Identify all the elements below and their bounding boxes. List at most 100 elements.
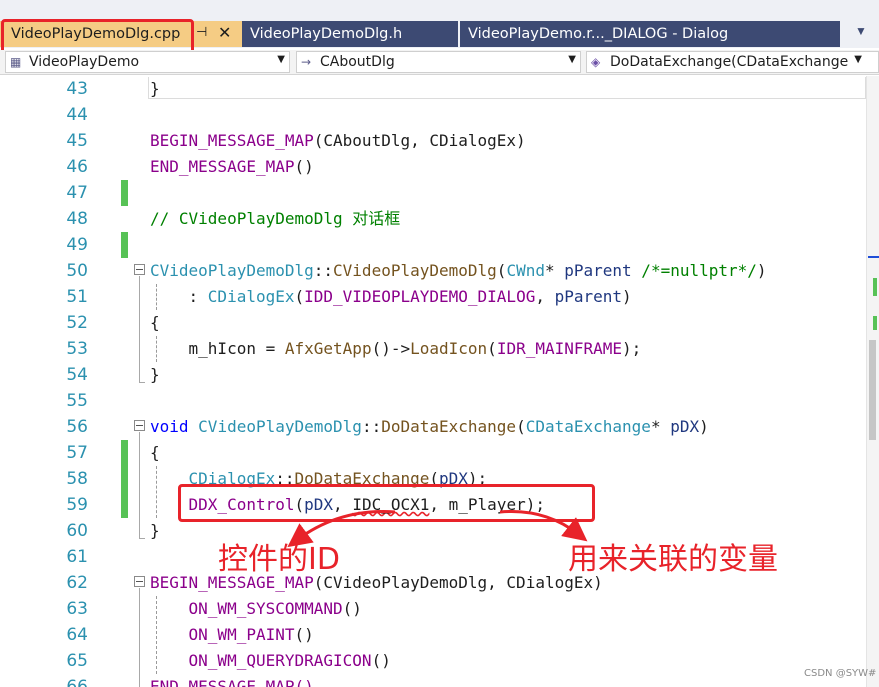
overflow-chevron-icon[interactable]: ▼ xyxy=(850,24,872,44)
code-token: pParent xyxy=(554,287,623,306)
code-token: { xyxy=(150,443,160,462)
code-line-52: { xyxy=(150,310,160,336)
fold-guide-end xyxy=(139,538,145,539)
line-number: 46 xyxy=(66,157,88,177)
code-token: ( xyxy=(487,339,497,358)
line-number: 53 xyxy=(66,339,88,359)
code-token: } xyxy=(150,521,160,540)
code-line-53: m_hIcon = AfxGetApp()->LoadIcon(IDR_MAIN… xyxy=(150,336,642,362)
code-token: :: xyxy=(313,261,334,280)
annotation-control-id: 控件的ID xyxy=(218,542,340,577)
code-line-48: // CVideoPlayDemoDlg 对话框 xyxy=(150,206,400,232)
scope-dropdown[interactable]: → CAboutDlg ▼ xyxy=(296,51,581,73)
close-icon[interactable]: ✕ xyxy=(218,23,234,43)
change-indicator xyxy=(121,440,128,518)
project-dropdown-value: VideoPlayDemo xyxy=(29,54,140,70)
code-token: CVideoPlayDemoDlg xyxy=(150,261,314,280)
document-tab-strip: VideoPlayDemoDlg.cpp ⊣ ✕ VideoPlayDemoDl… xyxy=(0,0,879,54)
code-token: ON_WM_PAINT xyxy=(150,625,295,644)
scope-dropdown-value: CAboutDlg xyxy=(320,54,395,70)
line-number: 66 xyxy=(66,677,88,687)
code-keyword: void xyxy=(150,417,189,436)
line-number: 64 xyxy=(66,625,88,645)
line-number: 63 xyxy=(66,599,88,619)
scrollbar-thumb[interactable] xyxy=(869,340,876,440)
code-token: ( xyxy=(496,261,507,280)
previous-block-outline xyxy=(148,77,866,99)
fold-toggle[interactable] xyxy=(134,576,145,587)
code-token: } xyxy=(150,365,160,384)
fold-toggle[interactable] xyxy=(134,420,145,431)
code-token: , xyxy=(535,287,555,306)
code-line-45: BEGIN_MESSAGE_MAP(CAboutDlg, CDialogEx) xyxy=(150,128,526,154)
code-token: CWnd xyxy=(506,261,545,280)
code-token: = xyxy=(255,339,285,358)
line-number: 52 xyxy=(66,313,88,333)
tab-videoplaydemodlg-h[interactable]: VideoPlayDemoDlg.h xyxy=(242,21,458,47)
code-token: ); xyxy=(622,339,642,358)
code-line-57: { xyxy=(150,440,160,466)
chevron-down-icon: ▼ xyxy=(568,54,576,65)
annotation-bound-variable: 用来关联的变量 xyxy=(568,542,778,577)
code-token: CVideoPlayDemoDlg xyxy=(333,261,497,280)
chevron-down-icon: ▼ xyxy=(854,54,862,65)
line-number: 55 xyxy=(66,391,88,411)
code-token: } xyxy=(150,79,160,98)
code-line-50: CVideoPlayDemoDlg::CVideoPlayDemoDlg(CWn… xyxy=(150,258,767,284)
line-number: 57 xyxy=(66,443,88,463)
fold-toggle[interactable] xyxy=(134,264,145,275)
code-token: BEGIN_MESSAGE_MAP xyxy=(150,131,314,150)
code-token: ON_WM_SYSCOMMAND xyxy=(150,599,343,618)
scrollbar-change-mark xyxy=(873,278,877,296)
code-token: ) xyxy=(622,287,632,306)
code-token: END_MESSAGE_MAP xyxy=(150,157,295,176)
code-token: pParent xyxy=(564,261,632,280)
project-icon: ▦ xyxy=(10,55,22,69)
member-dropdown[interactable]: ◈ DoDataExchange(CDataExchange ▼ xyxy=(586,51,879,73)
line-number: 61 xyxy=(66,547,88,567)
line-number: 65 xyxy=(66,651,88,671)
code-token: () xyxy=(371,651,391,670)
code-line-56: void CVideoPlayDemoDlg::DoDataExchange(C… xyxy=(150,414,709,440)
code-token: () xyxy=(342,599,362,618)
fold-guide xyxy=(139,276,140,382)
fold-guide xyxy=(139,432,140,538)
code-token: ) xyxy=(699,417,709,436)
method-cube-icon: ◈ xyxy=(591,55,601,69)
tab-label: VideoPlayDemo.r..._DIALOG - Dialog xyxy=(468,26,729,42)
line-number: 45 xyxy=(66,131,88,151)
project-dropdown[interactable]: ▦ VideoPlayDemo ▼ xyxy=(5,51,290,73)
code-token: ( xyxy=(294,287,305,306)
line-number: 48 xyxy=(66,209,88,229)
tab-dialog-resource[interactable]: VideoPlayDemo.r..._DIALOG - Dialog xyxy=(460,21,840,47)
code-line-43: } xyxy=(150,76,160,102)
line-number: 62 xyxy=(66,573,88,593)
line-number: 44 xyxy=(66,105,88,125)
code-line-51: : CDialogEx(IDD_VIDEOPLAYDEMO_DIALOG, pP… xyxy=(150,284,632,310)
code-line-65: ON_WM_QUERYDRAGICON() xyxy=(150,648,391,674)
line-number: 47 xyxy=(66,183,88,203)
code-line-46: END_MESSAGE_MAP() xyxy=(150,154,314,180)
code-token: CDataExchange xyxy=(525,417,651,436)
navigation-bar: ▦ VideoPlayDemo ▼ → CAboutDlg ▼ ◈ DoData… xyxy=(0,50,879,75)
code-line-64: ON_WM_PAINT() xyxy=(150,622,314,648)
code-token: IDR_MAINFRAME xyxy=(496,339,623,358)
code-token: AfxGetApp xyxy=(284,339,372,358)
code-token: ) xyxy=(756,261,767,280)
caret-position-marker xyxy=(868,256,879,258)
code-token: pDX xyxy=(670,417,700,436)
pin-icon[interactable]: ⊣ xyxy=(196,25,212,43)
code-line-60: } xyxy=(150,518,160,544)
code-token: { xyxy=(150,313,160,332)
change-indicator xyxy=(121,232,128,258)
code-token: DoDataExchange xyxy=(381,417,517,436)
code-token: (CVideoPlayDemoDlg, CDialogEx) xyxy=(313,573,603,592)
vertical-scrollbar[interactable] xyxy=(866,76,879,687)
code-token: () xyxy=(294,625,314,644)
line-number: 51 xyxy=(66,287,88,307)
line-number: 50 xyxy=(66,261,88,281)
code-comment: // CVideoPlayDemoDlg 对话框 xyxy=(150,209,401,228)
line-number: 59 xyxy=(66,495,88,515)
code-token: ()-> xyxy=(371,339,411,358)
code-token: :: xyxy=(361,417,382,436)
